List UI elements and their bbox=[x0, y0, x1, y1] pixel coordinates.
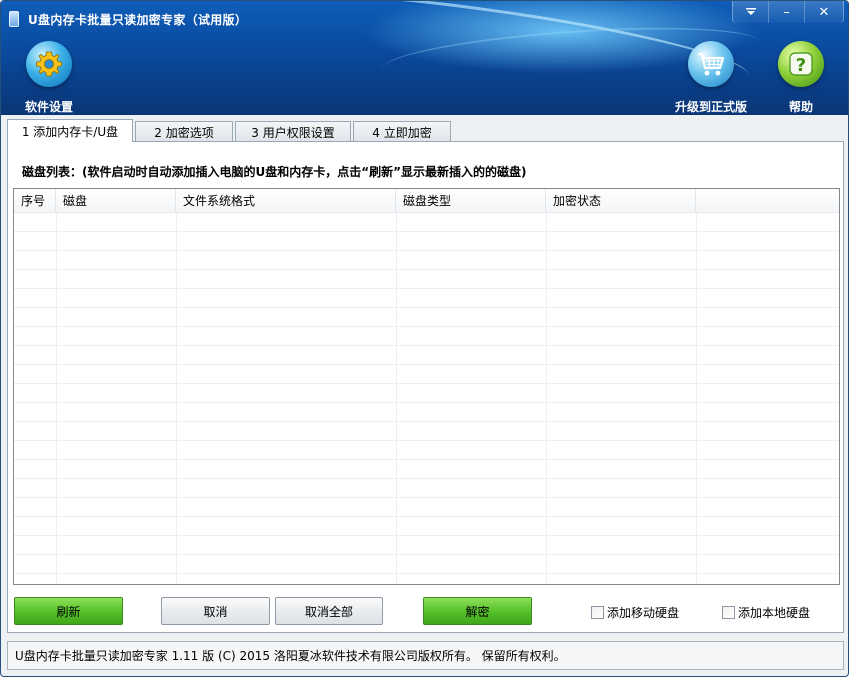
shopping-cart-icon bbox=[698, 52, 725, 76]
refresh-button[interactable]: 刷新 bbox=[14, 597, 123, 625]
settings-label: 软件设置 bbox=[25, 100, 74, 114]
copyright-text: U盘内存卡批量只读加密专家 1.11 版 (C) 2015 洛阳夏冰软件技术有限… bbox=[15, 649, 566, 663]
upgrade-icon-circle bbox=[688, 41, 734, 87]
close-button[interactable]: ✕ bbox=[804, 1, 844, 23]
add-mobile-disk-checkbox[interactable]: 添加移动硬盘 bbox=[591, 604, 679, 621]
disk-list-table[interactable]: 序号 磁盘 文件系统格式 磁盘类型 加密状态 bbox=[13, 188, 840, 585]
decrypt-button[interactable]: 解密 bbox=[423, 597, 532, 625]
column-header-disk-type[interactable]: 磁盘类型 bbox=[396, 189, 546, 212]
upgrade-label: 升级到正式版 bbox=[675, 100, 748, 114]
column-header-index[interactable]: 序号 bbox=[14, 189, 56, 212]
help-icon-circle: ? bbox=[778, 41, 824, 87]
cancel-all-button[interactable]: 取消全部 bbox=[275, 597, 383, 625]
column-divider bbox=[546, 213, 547, 584]
menu-dropdown-button[interactable] bbox=[732, 1, 768, 23]
minimize-button[interactable]: – bbox=[768, 1, 804, 23]
column-header-filesystem[interactable]: 文件系统格式 bbox=[176, 189, 396, 212]
tab-encrypt-now[interactable]: 4 立即加密 bbox=[353, 121, 451, 142]
header-banner: U盘内存卡批量只读加密专家（试用版） – ✕ 软件设置 升级到正式版 ? 帮助 bbox=[1, 1, 848, 115]
add-local-disk-checkbox[interactable]: 添加本地硬盘 bbox=[722, 604, 810, 621]
add-mobile-disk-label: 添加移动硬盘 bbox=[607, 606, 680, 620]
help-icon: ? bbox=[789, 52, 813, 76]
gear-icon bbox=[36, 51, 62, 77]
column-divider bbox=[396, 213, 397, 584]
table-body bbox=[14, 213, 839, 584]
settings-button[interactable]: 软件设置 bbox=[25, 41, 73, 115]
checkbox-box[interactable] bbox=[591, 606, 604, 619]
add-local-disk-label: 添加本地硬盘 bbox=[738, 606, 811, 620]
window-controls: – ✕ bbox=[732, 1, 844, 23]
column-header-filler bbox=[696, 189, 839, 212]
settings-icon-circle bbox=[26, 41, 72, 87]
close-icon: ✕ bbox=[818, 4, 830, 20]
tab-encrypt-options[interactable]: 2 加密选项 bbox=[135, 121, 233, 142]
tab-user-permissions[interactable]: 3 用户权限设置 bbox=[235, 121, 351, 142]
minimize-icon: – bbox=[783, 4, 790, 20]
column-divider bbox=[176, 213, 177, 584]
window-title: U盘内存卡批量只读加密专家（试用版） bbox=[28, 13, 248, 27]
app-usb-icon bbox=[9, 11, 19, 27]
tab-add-disk[interactable]: 1 添加内存卡/U盘 bbox=[7, 119, 133, 142]
disk-list-heading: 磁盘列表：(软件启动时自动添加插入电脑的U盘和内存卡，点击“刷新”显示最新插入的… bbox=[22, 165, 527, 179]
column-divider bbox=[696, 213, 697, 584]
column-header-disk[interactable]: 磁盘 bbox=[56, 189, 176, 212]
table-header: 序号 磁盘 文件系统格式 磁盘类型 加密状态 bbox=[14, 189, 839, 213]
status-bar: U盘内存卡批量只读加密专家 1.11 版 (C) 2015 洛阳夏冰软件技术有限… bbox=[7, 641, 844, 670]
dropdown-icon bbox=[745, 8, 756, 15]
column-divider bbox=[56, 213, 57, 584]
help-glyph: ? bbox=[796, 55, 806, 76]
app-window: U盘内存卡批量只读加密专家（试用版） – ✕ 软件设置 升级到正式版 ? 帮助 … bbox=[0, 0, 849, 677]
checkbox-box[interactable] bbox=[722, 606, 735, 619]
help-label: 帮助 bbox=[788, 100, 813, 114]
column-header-encrypt-status[interactable]: 加密状态 bbox=[546, 189, 696, 212]
help-button[interactable]: ? 帮助 bbox=[778, 41, 824, 115]
cancel-button[interactable]: 取消 bbox=[161, 597, 270, 625]
tab-panel-add-disk: 磁盘列表：(软件启动时自动添加插入电脑的U盘和内存卡，点击“刷新”显示最新插入的… bbox=[7, 141, 844, 633]
tab-bar: 1 添加内存卡/U盘 2 加密选项 3 用户权限设置 4 立即加密 bbox=[7, 119, 453, 142]
upgrade-button[interactable]: 升级到正式版 bbox=[675, 41, 747, 115]
